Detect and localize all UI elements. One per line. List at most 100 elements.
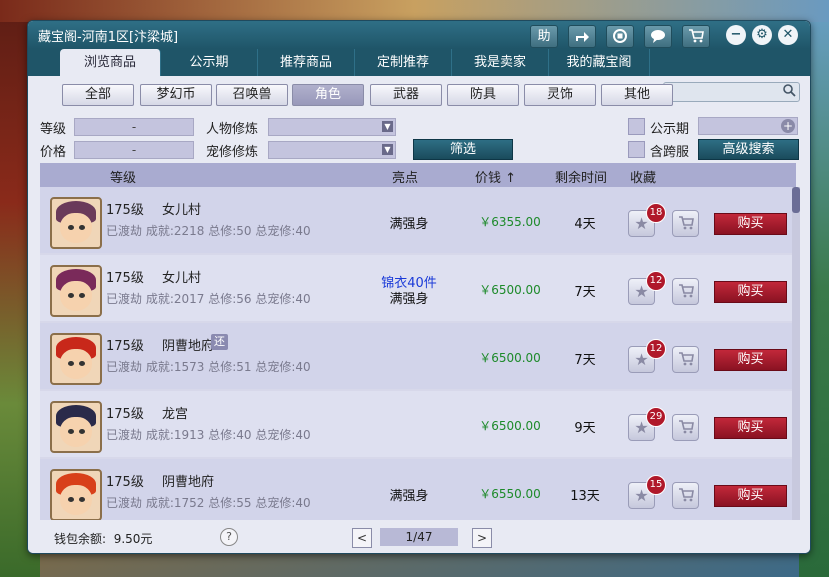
cross-server-label: 含跨服 xyxy=(650,145,690,160)
cart-icon[interactable] xyxy=(672,414,699,441)
prev-page-button[interactable]: < xyxy=(352,528,372,548)
favorite-count-badge: 12 xyxy=(646,339,666,359)
background-top xyxy=(0,0,829,22)
avatar xyxy=(50,197,102,249)
header-price[interactable]: 价钱 ↑ xyxy=(475,167,516,186)
chat-icon[interactable] xyxy=(644,25,672,48)
tab-custom-recommend[interactable]: 定制推荐 xyxy=(355,49,452,76)
plus-icon[interactable]: + xyxy=(781,119,795,133)
cart-icon[interactable] xyxy=(682,25,710,48)
favorite-count-badge: 29 xyxy=(646,407,666,427)
price-range-input[interactable]: - xyxy=(74,141,194,159)
table-row[interactable]: 175级 龙宫 已渡劫 成就:1913 总修:40 总宠修:40 ￥6500.0… xyxy=(40,391,792,457)
category-accessory[interactable]: 灵饰 xyxy=(524,84,596,106)
help-button[interactable]: 助 xyxy=(530,25,558,48)
tab-seller[interactable]: 我是卖家 xyxy=(452,49,549,76)
header-time[interactable]: 剩余时间 xyxy=(555,167,607,186)
wallet-balance: 钱包余额: 9.50元 xyxy=(54,532,153,546)
share-icon[interactable] xyxy=(568,25,596,48)
avatar xyxy=(50,265,102,317)
return-tag: 还 xyxy=(211,334,228,350)
character-level: 175级 xyxy=(106,203,144,218)
scrollbar-thumb[interactable] xyxy=(792,187,800,213)
pet-cultivation-select[interactable]: ▼ xyxy=(268,141,396,159)
publicity-select[interactable]: + xyxy=(698,117,798,135)
filter-button[interactable]: 筛选 xyxy=(413,139,513,160)
cart-icon[interactable] xyxy=(672,278,699,305)
price-value: ￥6500.00 xyxy=(479,283,541,297)
remaining-time: 7天 xyxy=(574,353,596,368)
remaining-time: 9天 xyxy=(574,421,596,436)
stop-icon[interactable] xyxy=(606,25,634,48)
publicity-checkbox[interactable] xyxy=(628,118,645,135)
close-icon[interactable]: ✕ xyxy=(778,25,798,45)
settings-gear-icon[interactable]: ⚙ xyxy=(752,25,772,45)
dropdown-arrow-icon: ▼ xyxy=(382,121,393,132)
cross-server-checkbox[interactable] xyxy=(628,141,645,158)
level-range-input[interactable]: - xyxy=(74,118,194,136)
title-bar: 藏宝阁-河南1区[汴梁城] 助 − ⚙ ✕ xyxy=(28,21,810,49)
highlight-text: 满强身 xyxy=(389,217,429,232)
tab-publicity[interactable]: 公示期 xyxy=(161,49,258,76)
list-scrollbar[interactable] xyxy=(792,187,800,520)
search-input[interactable] xyxy=(663,82,800,102)
char-cultivation-label: 人物修炼 xyxy=(206,122,259,137)
highlight-text: 满强身 xyxy=(389,292,429,307)
minimize-icon[interactable]: − xyxy=(726,25,746,45)
character-school: 女儿村 xyxy=(162,271,202,286)
character-school: 女儿村 xyxy=(162,203,202,218)
tab-my-pavilion[interactable]: 我的藏宝阁 xyxy=(549,49,650,76)
cart-icon[interactable] xyxy=(672,482,699,509)
character-stats: 已渡劫 成就:1913 总修:40 总宠修:40 xyxy=(106,428,311,442)
page-indicator: 1/47 xyxy=(380,528,458,546)
next-page-button[interactable]: > xyxy=(472,528,492,548)
favorite-count-badge: 15 xyxy=(646,475,666,495)
cart-icon[interactable] xyxy=(672,210,699,237)
treasure-pavilion-window: 藏宝阁-河南1区[汴梁城] 助 − ⚙ ✕ 浏览商品 公示期 推荐商品 定制推荐… xyxy=(27,20,811,554)
character-school: 阴曹地府 xyxy=(162,475,215,490)
avatar xyxy=(50,333,102,385)
price-filter-label: 价格 xyxy=(40,145,67,160)
search-icon[interactable] xyxy=(783,84,796,100)
remaining-time: 13天 xyxy=(570,489,600,504)
footer: 钱包余额: 9.50元 ? < 1/47 > xyxy=(28,521,810,553)
header-level[interactable]: 等级 xyxy=(110,167,136,186)
header-favorite: 收藏 xyxy=(630,171,657,186)
main-tabs: 浏览商品 公示期 推荐商品 定制推荐 我是卖家 我的藏宝阁 xyxy=(28,49,810,102)
category-armor[interactable]: 防具 xyxy=(447,84,519,106)
tab-browse-goods[interactable]: 浏览商品 xyxy=(60,49,161,76)
buy-button[interactable]: 购买 xyxy=(714,281,787,303)
table-row[interactable]: 175级 阴曹地府 已渡劫 成就:1752 总修:55 总宠修:40 满强身 ￥… xyxy=(40,459,792,520)
dropdown-arrow-icon: ▼ xyxy=(382,144,393,155)
char-cultivation-select[interactable]: ▼ xyxy=(268,118,396,136)
price-value: ￥6355.00 xyxy=(479,215,541,229)
goods-list: 175级 女儿村 已渡劫 成就:2218 总修:50 总宠修:40 满强身 ￥6… xyxy=(40,187,800,520)
help-icon[interactable]: ? xyxy=(220,528,238,546)
buy-button[interactable]: 购买 xyxy=(714,213,787,235)
table-row[interactable]: 175级 女儿村 已渡劫 成就:2218 总修:50 总宠修:40 满强身 ￥6… xyxy=(40,187,792,253)
table-row[interactable]: 175级 女儿村 已渡劫 成就:2017 总修:56 总宠修:40 锦衣40件 … xyxy=(40,255,792,321)
level-filter-label: 等级 xyxy=(40,122,67,137)
category-other[interactable]: 其他 xyxy=(601,84,673,106)
cart-icon[interactable] xyxy=(672,346,699,373)
buy-button[interactable]: 购买 xyxy=(714,417,787,439)
category-character[interactable]: 角色 xyxy=(292,84,364,106)
advanced-search-button[interactable]: 高级搜索 xyxy=(698,139,799,160)
category-weapon[interactable]: 武器 xyxy=(370,84,442,106)
character-stats: 已渡劫 成就:2017 总修:56 总宠修:40 xyxy=(106,292,311,306)
category-pet[interactable]: 召唤兽 xyxy=(216,84,288,106)
remaining-time: 4天 xyxy=(574,217,596,232)
price-value: ￥6500.00 xyxy=(479,351,541,365)
price-value: ￥6550.00 xyxy=(479,487,541,501)
category-all[interactable]: 全部 xyxy=(62,84,134,106)
category-gold[interactable]: 梦幻币 xyxy=(140,84,212,106)
buy-button[interactable]: 购买 xyxy=(714,349,787,371)
character-school: 龙宫 xyxy=(162,407,189,422)
buy-button[interactable]: 购买 xyxy=(714,485,787,507)
character-school: 阴曹地府 xyxy=(162,339,215,354)
table-row[interactable]: 175级 阴曹地府 还 已渡劫 成就:1573 总修:51 总宠修:40 ￥65… xyxy=(40,323,792,389)
favorite-count-badge: 12 xyxy=(646,271,666,291)
tab-recommended[interactable]: 推荐商品 xyxy=(258,49,355,76)
table-header: 等级 亮点 价钱 ↑ 剩余时间 收藏 xyxy=(40,163,796,187)
pet-cultivation-label: 宠修修炼 xyxy=(206,145,259,160)
